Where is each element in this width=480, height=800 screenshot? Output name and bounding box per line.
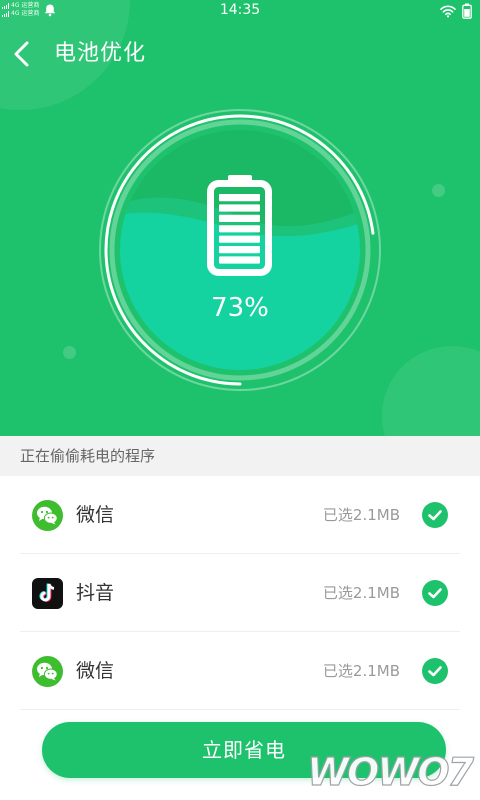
status-time: 14:35	[219, 2, 261, 18]
checkmark-icon	[428, 666, 442, 677]
app-checkbox[interactable]	[422, 580, 448, 606]
checkmark-icon	[428, 588, 442, 599]
page-title: 电池优化	[54, 41, 147, 66]
app-name: 微信	[76, 504, 115, 526]
app-name: 微信	[76, 660, 115, 682]
decor-dot	[432, 184, 445, 197]
status-bar: 4G 运营商 4G 运营商 14:35	[0, 0, 480, 22]
app-list-item[interactable]: 微信 已选2.1MB	[20, 476, 460, 554]
battery-gauge	[99, 109, 381, 391]
app-list: 微信 已选2.1MB 抖音 已选2.1MB 微信 已选2.1MB	[0, 476, 480, 710]
app-checkbox[interactable]	[422, 658, 448, 684]
decor-dot	[63, 346, 76, 359]
battery-percentage: 73%	[211, 293, 269, 323]
app-name: 抖音	[76, 582, 115, 604]
wechat-icon	[32, 656, 63, 687]
chevron-left-icon	[14, 41, 29, 67]
watermark-logo: WOWO7	[307, 749, 475, 794]
app-checkbox[interactable]	[422, 502, 448, 528]
wifi-icon	[440, 5, 456, 18]
status-right	[440, 3, 472, 19]
section-header: 正在偷偷耗电的程序	[0, 436, 480, 476]
app-selected-size: 已选2.1MB	[322, 584, 400, 602]
checkmark-icon	[428, 510, 442, 521]
app-list-item[interactable]: 抖音 已选2.1MB	[20, 554, 460, 632]
app-selected-size: 已选2.1MB	[322, 506, 400, 524]
header-area: 4G 运营商 4G 运营商 14:35 电池优化 73%	[0, 0, 480, 436]
decor-bubble	[382, 346, 480, 436]
battery-status-icon	[462, 3, 472, 19]
app-list-item[interactable]: 微信 已选2.1MB	[20, 632, 460, 710]
tiktok-icon	[32, 578, 63, 609]
back-button[interactable]	[10, 38, 38, 70]
battery-optimization-screen: 4G 运营商 4G 运营商 14:35 电池优化 73% 正在偷偷耗电的程序 微…	[0, 0, 480, 800]
app-selected-size: 已选2.1MB	[322, 662, 400, 680]
wechat-icon	[32, 500, 63, 531]
